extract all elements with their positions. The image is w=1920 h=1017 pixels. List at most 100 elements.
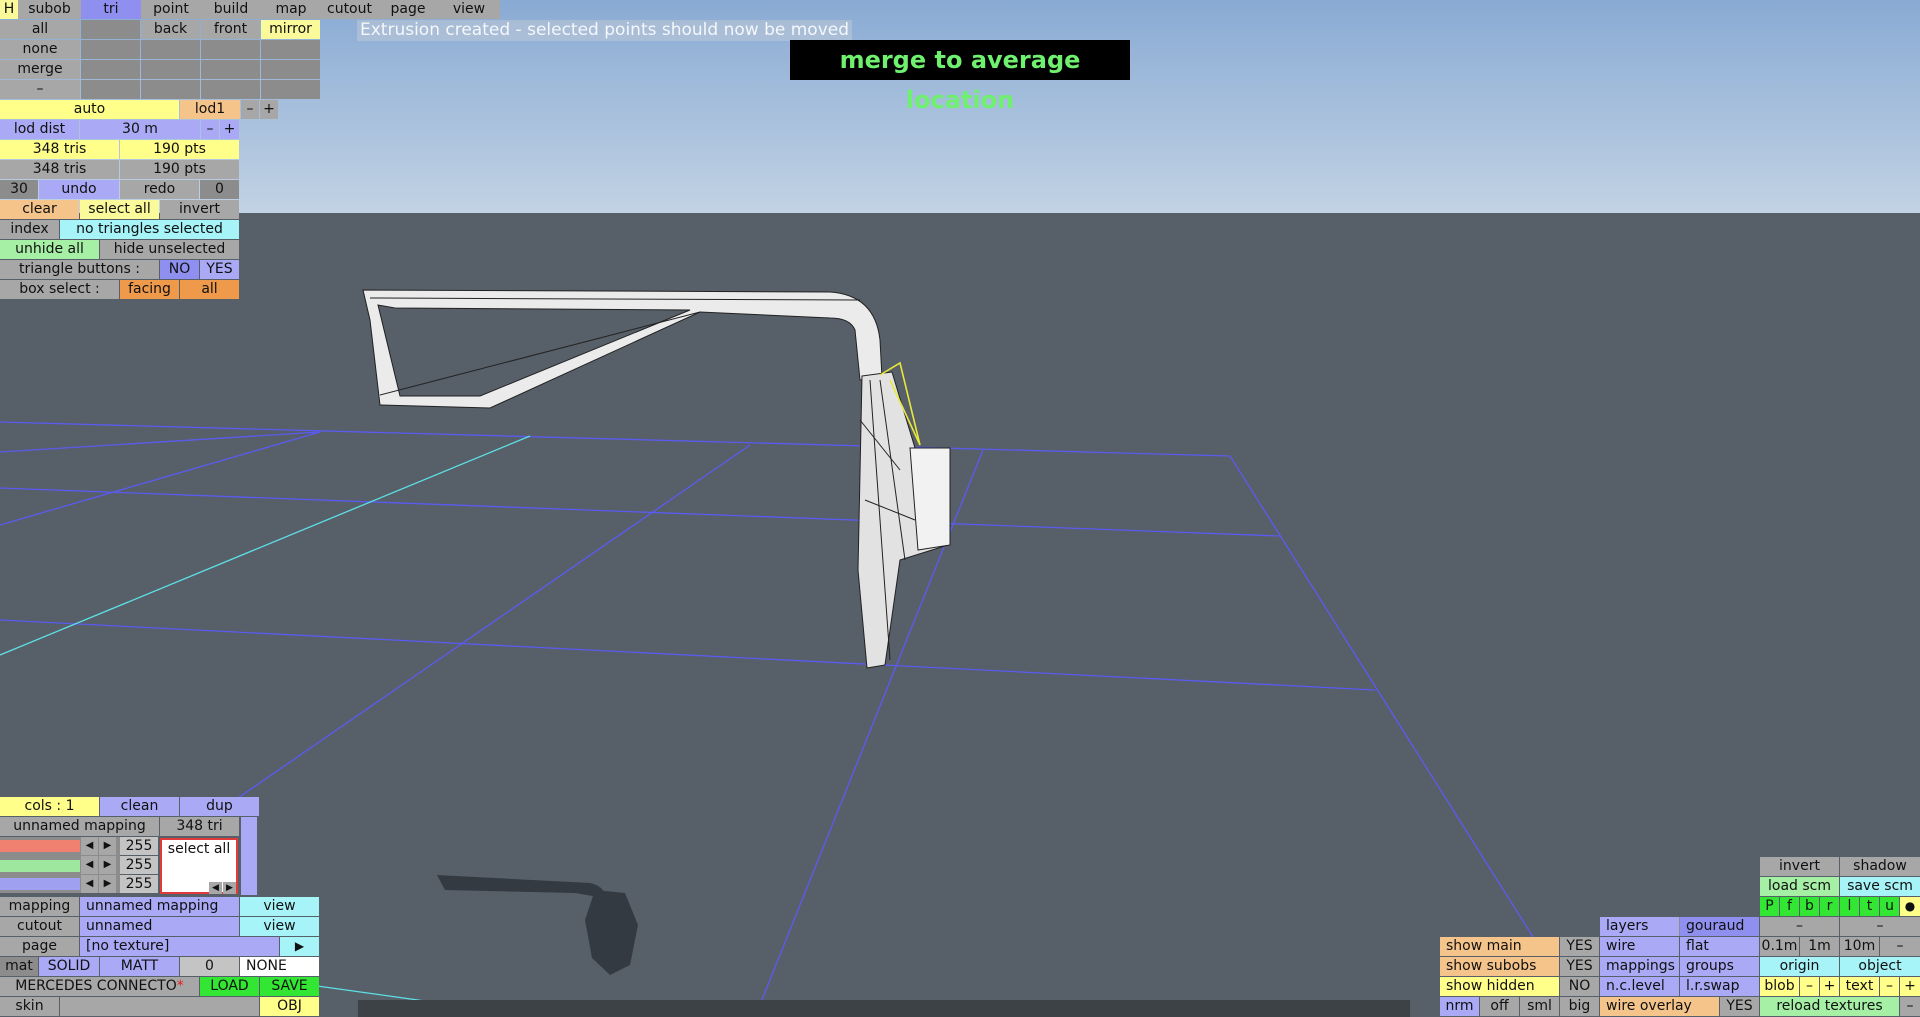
blank-button[interactable] <box>201 40 260 59</box>
load-button[interactable]: LOAD <box>200 977 259 996</box>
save-scm-button[interactable]: save scm <box>1840 877 1920 896</box>
lod-dist-minus-button[interactable]: – <box>201 120 219 139</box>
flat-button[interactable]: flat <box>1680 937 1759 956</box>
wire-button[interactable]: wire <box>1600 937 1679 956</box>
cutout-view-button[interactable]: view <box>240 917 319 936</box>
mapping-view-button[interactable]: view <box>240 897 319 916</box>
show-subobs-toggle[interactable]: YES <box>1560 957 1599 976</box>
front-button[interactable]: front <box>201 20 260 39</box>
blank-button[interactable] <box>141 60 200 79</box>
view-perspective-button[interactable]: P <box>1760 897 1779 916</box>
lod1-button[interactable]: lod1 <box>180 100 240 119</box>
wire-overlay-toggle[interactable]: YES <box>1720 997 1759 1016</box>
dash-button[interactable]: – <box>0 80 80 99</box>
blank-button[interactable] <box>81 40 140 59</box>
mappings-button[interactable]: mappings <box>1600 957 1679 976</box>
sml-button[interactable]: sml <box>1520 997 1559 1016</box>
blank-button[interactable] <box>261 60 320 79</box>
box-select-all[interactable]: all <box>180 280 239 299</box>
nrm-button[interactable]: nrm <box>1440 997 1479 1016</box>
undo-button[interactable]: undo <box>39 180 119 199</box>
blank-button[interactable] <box>201 80 260 99</box>
invert-selection-button[interactable]: invert <box>160 200 239 219</box>
box-select-facing[interactable]: facing <box>120 280 179 299</box>
blank-button[interactable] <box>261 40 320 59</box>
mapping-list-select-all[interactable]: select all <box>162 840 236 858</box>
grid-minus-button[interactable]: – <box>1880 937 1920 956</box>
matt-button[interactable]: MATT <box>100 957 179 976</box>
menu-page[interactable]: page <box>378 0 438 19</box>
material-name[interactable]: NONE <box>240 957 319 976</box>
lr-swap-button[interactable]: l.r.swap <box>1680 977 1759 996</box>
view-under-button[interactable]: u <box>1880 897 1899 916</box>
lod-dist-value[interactable]: 30 m <box>80 120 200 139</box>
origin-button[interactable]: origin <box>1760 957 1839 976</box>
view-left-button[interactable]: l <box>1840 897 1859 916</box>
view-top-button[interactable]: t <box>1860 897 1879 916</box>
dash-button-left[interactable]: – <box>1760 917 1839 936</box>
triangle-buttons-no[interactable]: NO <box>160 260 199 279</box>
lod-plus-button[interactable]: + <box>260 100 278 119</box>
grid-1m-button[interactable]: 1m <box>1800 937 1839 956</box>
menu-subob[interactable]: subob <box>18 0 81 19</box>
mapping-list-prev-button[interactable]: ◀ <box>209 882 222 894</box>
invert-button[interactable]: invert <box>1760 857 1839 876</box>
blue-slider[interactable] <box>0 878 80 890</box>
big-button[interactable]: big <box>1560 997 1599 1016</box>
view-right-button[interactable]: r <box>1820 897 1839 916</box>
blue-increase-button[interactable]: ▶ <box>99 875 116 893</box>
unhide-all-button[interactable]: unhide all <box>0 240 99 259</box>
dup-button[interactable]: dup <box>180 797 259 816</box>
merge-button[interactable]: merge <box>0 60 80 79</box>
page-play-button[interactable]: ▶ <box>280 937 319 956</box>
obj-button[interactable]: OBJ <box>260 997 319 1016</box>
blank-button[interactable] <box>201 60 260 79</box>
mapping-list-next-button[interactable]: ▶ <box>223 882 236 894</box>
green-decrease-button[interactable]: ◀ <box>81 856 98 874</box>
menu-cutout[interactable]: cutout <box>321 0 378 19</box>
select-all-tris-button[interactable]: select all <box>80 200 159 219</box>
object-button[interactable]: object <box>1840 957 1920 976</box>
gouraud-button[interactable]: gouraud <box>1680 917 1759 936</box>
mapping-scrollbar[interactable] <box>241 817 257 895</box>
3d-viewport[interactable] <box>0 0 1920 1017</box>
redo-button[interactable]: redo <box>120 180 199 199</box>
grid-0-1m-button[interactable]: 0.1m <box>1760 937 1799 956</box>
dash-button-right[interactable]: – <box>1840 917 1920 936</box>
grid-10m-button[interactable]: 10m <box>1840 937 1879 956</box>
shadow-button[interactable]: shadow <box>1840 857 1920 876</box>
show-hidden-toggle[interactable]: NO <box>1560 977 1599 996</box>
blob-minus-button[interactable]: – <box>1800 977 1819 996</box>
menu-help[interactable]: H <box>0 0 18 19</box>
groups-button[interactable]: groups <box>1680 957 1759 976</box>
skin-value[interactable] <box>60 997 259 1016</box>
menu-tri[interactable]: tri <box>81 0 141 19</box>
reload-textures-minus-button[interactable]: – <box>1900 997 1920 1016</box>
triangle-buttons-yes[interactable]: YES <box>200 260 239 279</box>
blue-decrease-button[interactable]: ◀ <box>81 875 98 893</box>
page-value[interactable]: [no texture] <box>80 937 279 956</box>
solid-button[interactable]: SOLID <box>39 957 99 976</box>
menu-build[interactable]: build <box>201 0 261 19</box>
index-button[interactable]: index <box>0 220 59 239</box>
view-back-button[interactable]: b <box>1800 897 1819 916</box>
menu-map[interactable]: map <box>261 0 321 19</box>
save-button[interactable]: SAVE <box>260 977 319 996</box>
red-increase-button[interactable]: ▶ <box>99 837 116 855</box>
red-slider[interactable] <box>0 840 80 852</box>
off-button[interactable]: off <box>1480 997 1519 1016</box>
reload-textures-button[interactable]: reload textures <box>1760 997 1899 1016</box>
clear-button[interactable]: clear <box>0 200 79 219</box>
green-slider[interactable] <box>0 860 80 872</box>
blank-button[interactable] <box>81 20 140 39</box>
blank-button[interactable] <box>81 60 140 79</box>
green-increase-button[interactable]: ▶ <box>99 856 116 874</box>
mirror-button[interactable]: mirror <box>261 20 320 39</box>
load-scm-button[interactable]: load scm <box>1760 877 1839 896</box>
blank-button[interactable] <box>141 40 200 59</box>
blank-button[interactable] <box>261 80 320 99</box>
blob-plus-button[interactable]: + <box>1820 977 1839 996</box>
red-decrease-button[interactable]: ◀ <box>81 837 98 855</box>
select-all-button[interactable]: all <box>0 20 80 39</box>
mapping-value[interactable]: unnamed mapping <box>80 897 239 916</box>
